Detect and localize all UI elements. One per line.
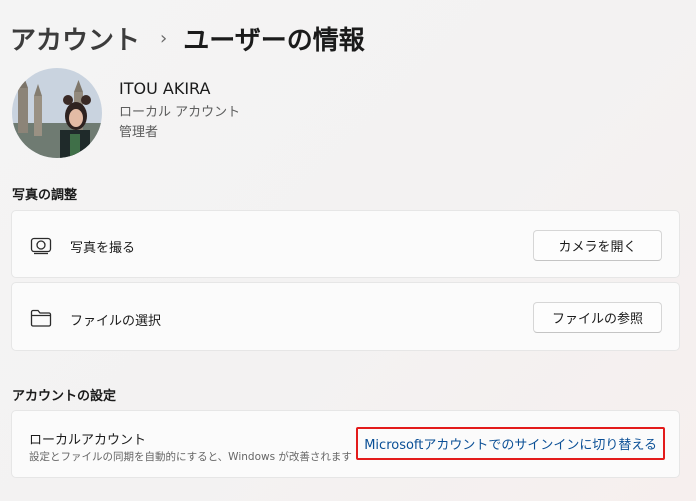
choose-file-card: ファイルの選択 ファイルの参照	[11, 282, 680, 351]
account-type: ローカル アカウント	[119, 105, 241, 120]
avatar	[12, 68, 102, 158]
choose-file-label: ファイルの選択	[70, 314, 162, 329]
local-account-title: ローカルアカウント	[29, 433, 147, 448]
breadcrumb: アカウント › ユーザーの情報	[10, 20, 365, 56]
take-photo-card: 写真を撮る カメラを開く	[11, 210, 680, 278]
user-name: ITOU AKIRA	[119, 79, 211, 98]
browse-files-button[interactable]: ファイルの参照	[533, 302, 662, 333]
page-title: ユーザーの情報	[183, 25, 365, 56]
chevron-right-icon: ›	[160, 27, 168, 49]
user-role: 管理者	[119, 125, 159, 140]
camera-icon	[30, 234, 52, 256]
photo-section-title: 写真の調整	[12, 188, 78, 203]
local-account-description: 設定とファイルの同期を自動的にすると、Windows が改善されます	[29, 451, 352, 463]
open-camera-button[interactable]: カメラを開く	[533, 230, 662, 261]
breadcrumb-root[interactable]: アカウント	[10, 20, 140, 57]
switch-to-microsoft-account-link[interactable]: Microsoftアカウントでのサインインに切り替える	[356, 427, 665, 460]
account-section-title: アカウントの設定	[12, 389, 117, 404]
local-account-card: ローカルアカウント 設定とファイルの同期を自動的にすると、Windows が改善…	[11, 410, 680, 478]
take-photo-label: 写真を撮る	[70, 241, 136, 256]
folder-icon	[30, 307, 52, 329]
